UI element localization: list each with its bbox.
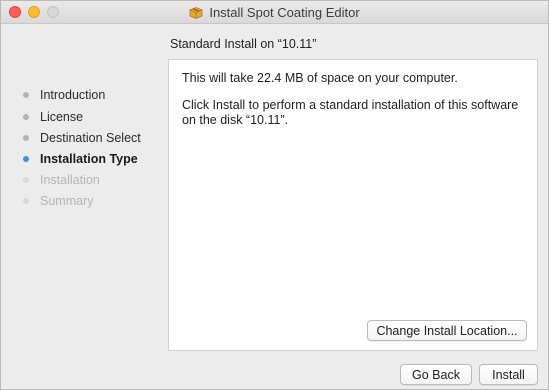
step-label: Introduction (40, 88, 106, 102)
step-bullet (23, 135, 29, 141)
step-installation-type: Installation Type (23, 151, 138, 167)
content-pane: This will take 22.4 MB of space on your … (168, 59, 538, 351)
step-bullet-current (23, 156, 29, 162)
step-bullet (23, 177, 29, 183)
title-bar: Install Spot Coating Editor (1, 1, 548, 24)
installer-steps-sidebar: Introduction License Destination Select … (1, 24, 166, 364)
install-button[interactable]: Install (479, 364, 538, 385)
installer-window: Install Spot Coating Editor Introduction… (0, 0, 549, 390)
step-bullet (23, 114, 29, 120)
step-bullet (23, 198, 29, 204)
step-license: License (23, 109, 83, 125)
space-required-text: This will take 22.4 MB of space on your … (182, 71, 458, 85)
step-label: Installation Type (40, 152, 138, 166)
change-install-location-button[interactable]: Change Install Location... (367, 320, 527, 341)
step-label: Installation (40, 173, 100, 187)
step-summary: Summary (23, 193, 93, 209)
install-instruction-text: Click Install to perform a standard inst… (182, 98, 519, 127)
step-label: Summary (40, 194, 94, 208)
step-label: Destination Select (40, 131, 141, 145)
package-icon (189, 6, 203, 19)
step-bullet (23, 92, 29, 98)
step-label: License (40, 110, 84, 124)
pane-heading: Standard Install on “10.11” (170, 37, 317, 51)
window-title: Install Spot Coating Editor (209, 4, 360, 20)
window-title-area: Install Spot Coating Editor (1, 1, 548, 23)
step-introduction: Introduction (23, 87, 105, 103)
step-destination-select: Destination Select (23, 130, 141, 146)
go-back-button[interactable]: Go Back (400, 364, 472, 385)
step-installation: Installation (23, 172, 100, 188)
